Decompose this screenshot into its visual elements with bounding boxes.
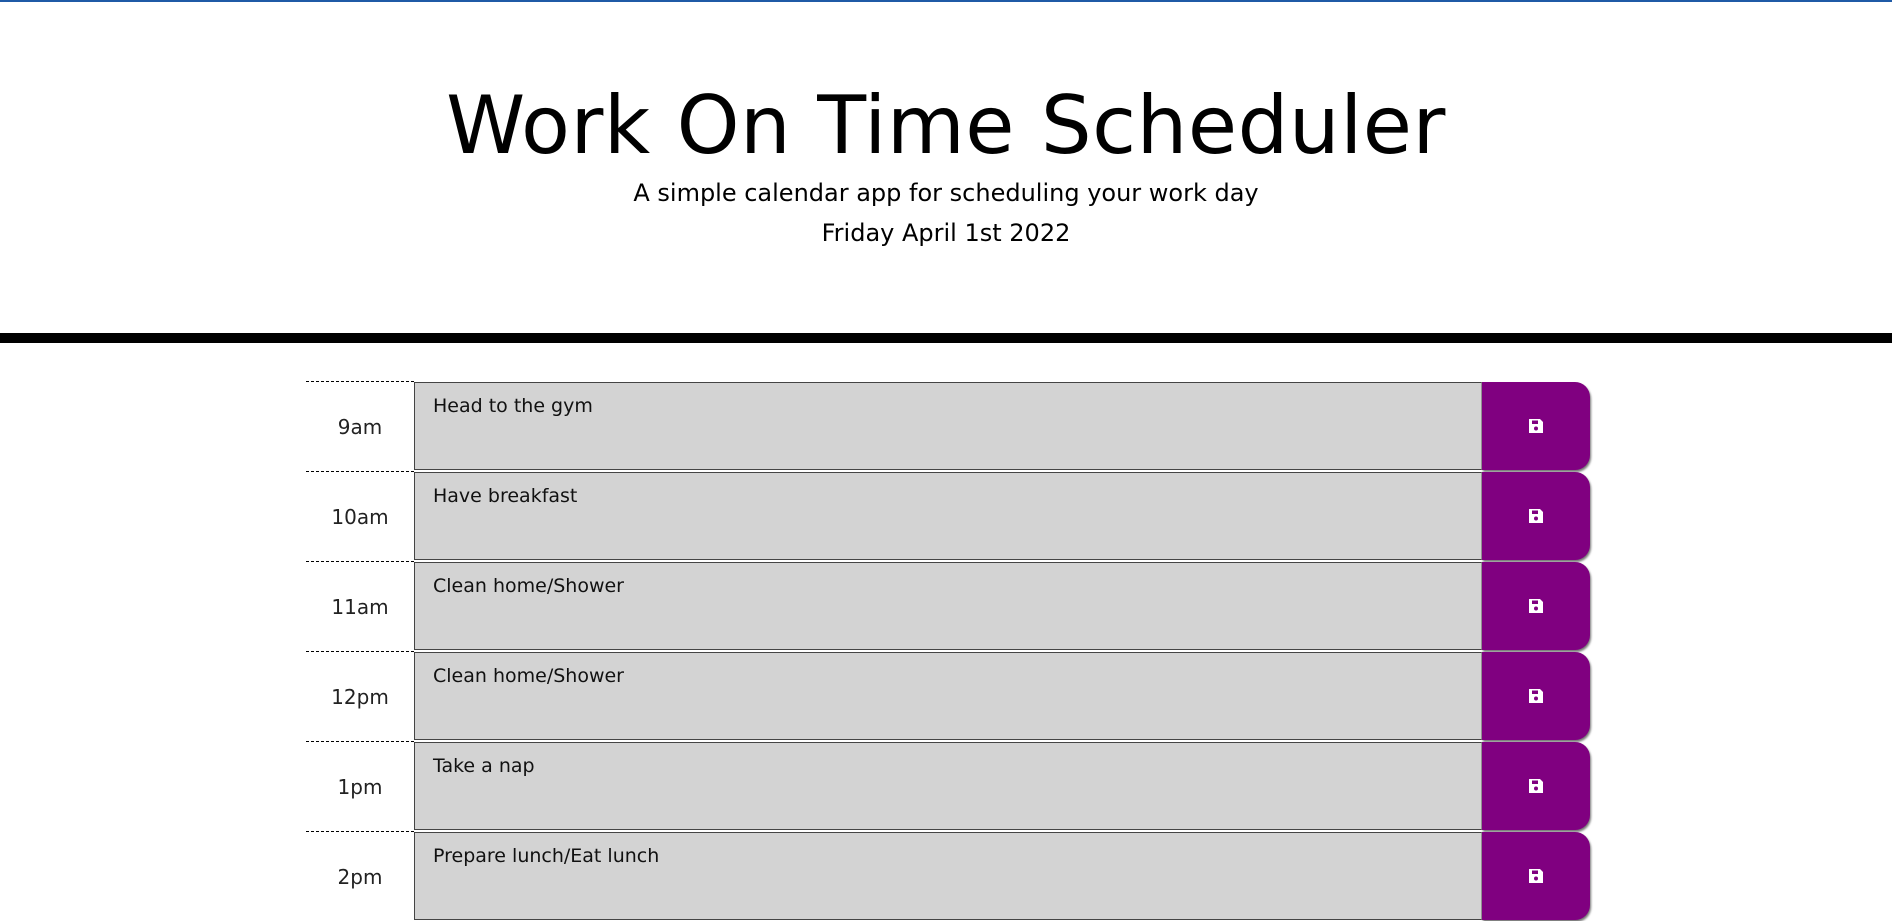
floppy-disk-icon [1528, 778, 1544, 794]
hour-label: 2pm [306, 831, 414, 921]
hour-label: 1pm [306, 741, 414, 831]
time-block-10am: 10am Have breakfast [306, 471, 1590, 561]
hour-label: 11am [306, 561, 414, 651]
time-block-1pm: 1pm Take a nap [306, 741, 1590, 831]
event-description[interactable]: Clean home/Shower [414, 562, 1482, 650]
hour-label: 12pm [306, 651, 414, 741]
save-button[interactable] [1482, 382, 1590, 470]
floppy-disk-icon [1528, 598, 1544, 614]
event-description[interactable]: Have breakfast [414, 472, 1482, 560]
event-description[interactable]: Clean home/Shower [414, 652, 1482, 740]
time-block-9am: 9am Head to the gym [306, 381, 1590, 471]
save-button[interactable] [1482, 652, 1590, 740]
schedule-container: 9am Head to the gym 10am Have breakfast … [306, 381, 1590, 921]
save-button[interactable] [1482, 562, 1590, 650]
floppy-disk-icon [1528, 418, 1544, 434]
event-description[interactable]: Prepare lunch/Eat lunch [414, 832, 1482, 920]
time-block-11am: 11am Clean home/Shower [306, 561, 1590, 651]
floppy-disk-icon [1528, 508, 1544, 524]
floppy-disk-icon [1528, 868, 1544, 884]
hour-label: 9am [306, 381, 414, 471]
save-button[interactable] [1482, 742, 1590, 830]
time-block-2pm: 2pm Prepare lunch/Eat lunch [306, 831, 1590, 921]
event-description[interactable]: Head to the gym [414, 382, 1482, 470]
event-description[interactable]: Take a nap [414, 742, 1482, 830]
current-day: Friday April 1st 2022 [821, 219, 1071, 247]
hour-label: 10am [306, 471, 414, 561]
floppy-disk-icon [1528, 688, 1544, 704]
header-divider [0, 333, 1892, 343]
save-button[interactable] [1482, 472, 1590, 560]
save-button[interactable] [1482, 832, 1590, 920]
page-subtitle: A simple calendar app for scheduling you… [633, 179, 1259, 207]
time-block-12pm: 12pm Clean home/Shower [306, 651, 1590, 741]
page-title: Work On Time Scheduler [446, 79, 1446, 172]
header: Work On Time Scheduler A simple calendar… [0, 2, 1892, 332]
